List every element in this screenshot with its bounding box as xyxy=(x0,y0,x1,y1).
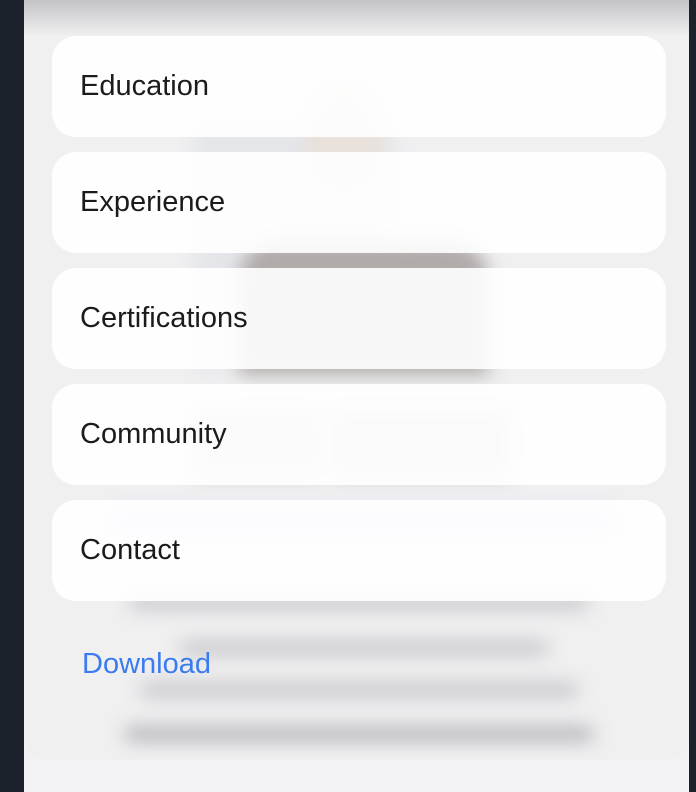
menu-item-certifications[interactable]: Certifications xyxy=(52,268,666,369)
menu-item-education[interactable]: Education xyxy=(52,36,666,137)
menu-item-label: Contact xyxy=(80,534,180,566)
app-frame: Education Experience Certifications Comm… xyxy=(24,0,689,792)
menu-item-label: Education xyxy=(80,70,209,102)
menu-item-label: Community xyxy=(80,418,227,450)
menu-item-experience[interactable]: Experience xyxy=(52,152,666,253)
menu-item-community[interactable]: Community xyxy=(52,384,666,485)
menu-item-label: Certifications xyxy=(80,302,248,334)
menu-item-contact[interactable]: Contact xyxy=(52,500,666,601)
top-shadow xyxy=(24,0,689,36)
navigation-menu: Education Experience Certifications Comm… xyxy=(52,36,666,616)
download-link[interactable]: Download xyxy=(82,648,211,681)
bottom-bar xyxy=(24,760,689,792)
menu-item-label: Experience xyxy=(80,186,226,218)
